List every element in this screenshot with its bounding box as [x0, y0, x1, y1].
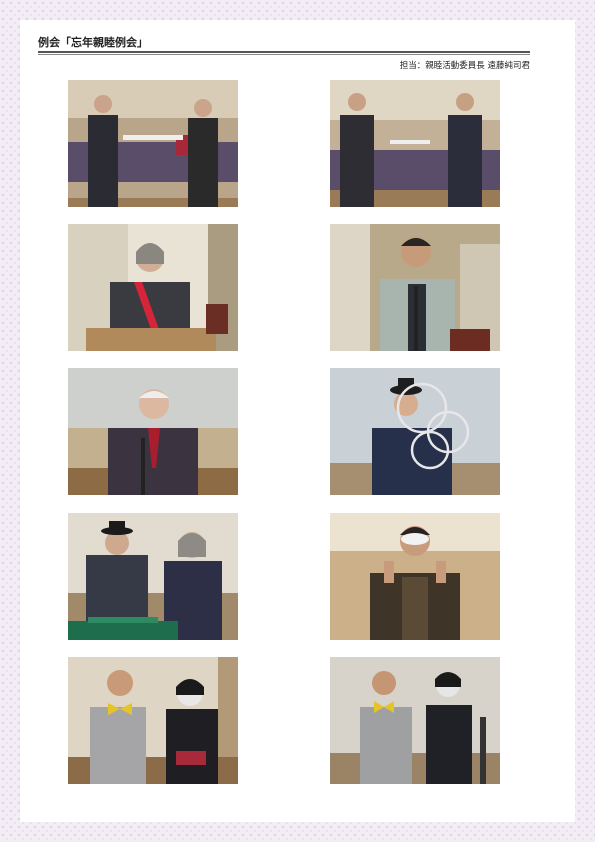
photo-lectern-speaker [68, 224, 238, 351]
photo-bowtie-masked-1 [68, 657, 238, 784]
photo-magician-rings [330, 368, 500, 495]
photo-mic-speaker [330, 224, 500, 351]
page: 例会「忘年親睦例会」 担当：親睦活動委員長 遠藤純司君 [20, 20, 575, 822]
title-rule-thin [38, 54, 530, 55]
photo-award-2 [330, 80, 500, 207]
photo-card-trick [68, 513, 238, 640]
page-title: 例会「忘年親睦例会」 [38, 36, 148, 49]
credit-line: 担当：親睦活動委員長 遠藤純司君 [399, 61, 530, 71]
photo-elder-speaker [68, 368, 238, 495]
photo-masked-peace [330, 513, 500, 640]
photo-bowtie-masked-2 [330, 657, 500, 784]
title-rule [38, 51, 530, 53]
photo-award-1 [68, 80, 238, 207]
